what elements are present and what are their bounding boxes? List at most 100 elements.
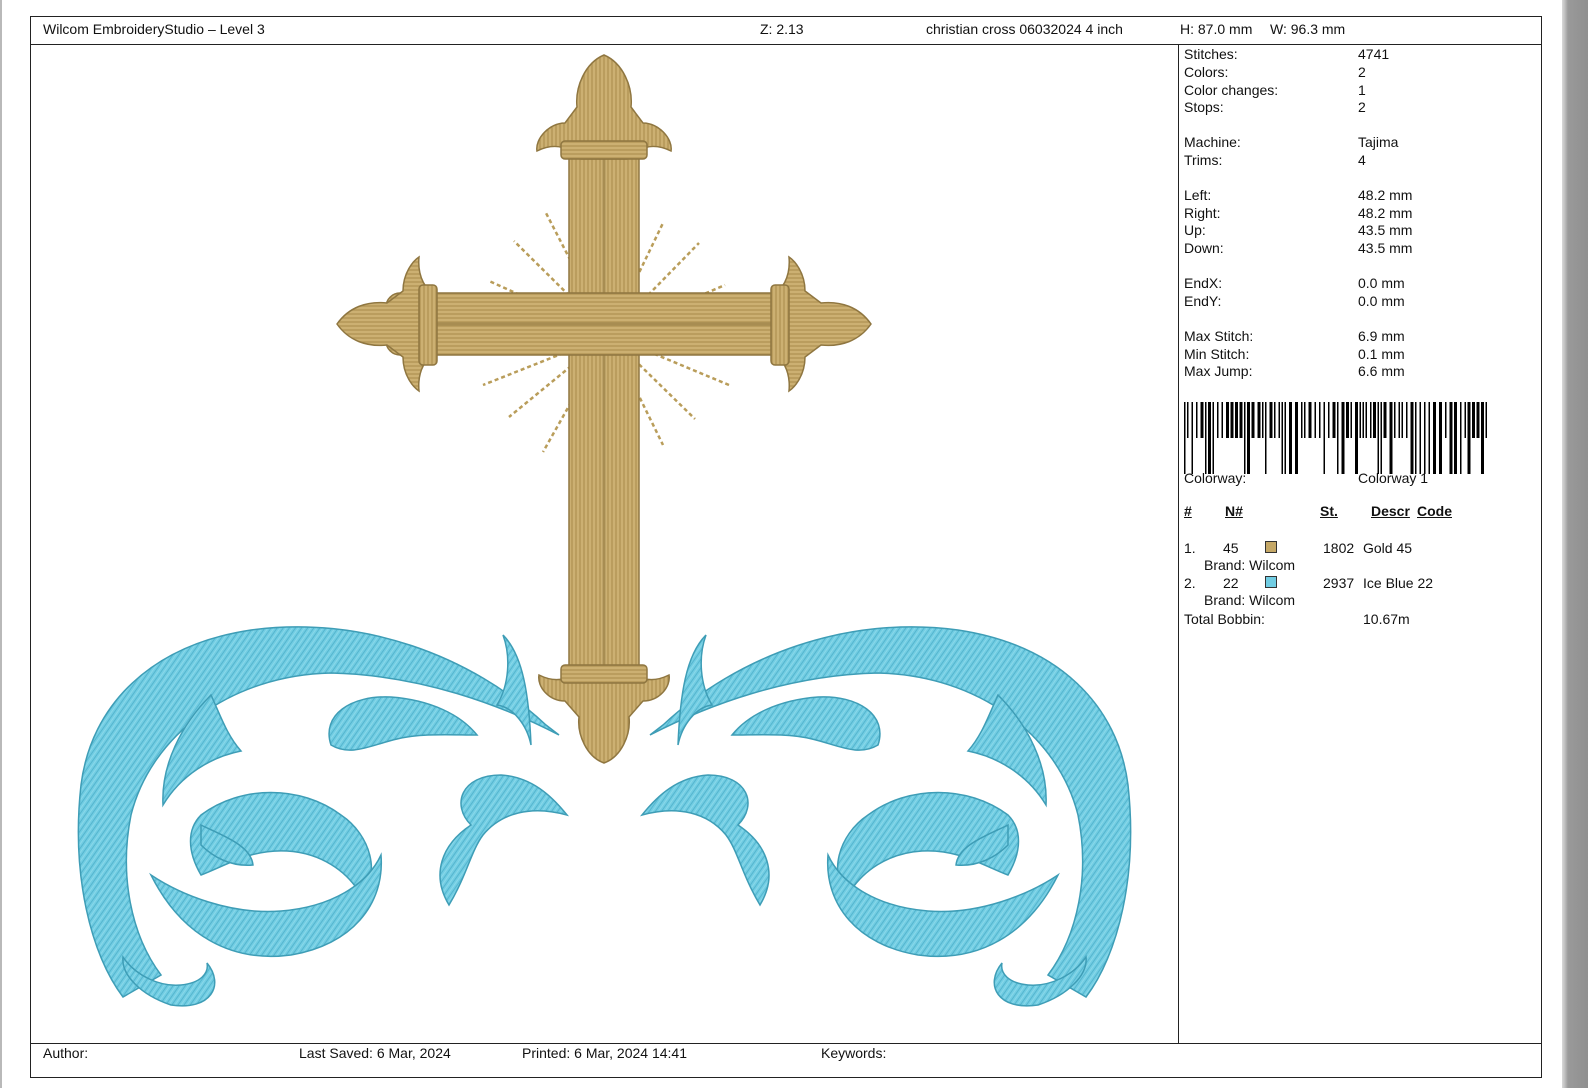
barcode-bar (1362, 402, 1364, 438)
barcode-bar (1314, 402, 1316, 438)
barcode-bar (1230, 402, 1234, 438)
printed-date: Printed: 6 Mar, 2024 14:41 (522, 1045, 687, 1061)
color-table-header-n: N# (1225, 503, 1243, 519)
barcode-bar (1410, 402, 1414, 474)
barcode-bar (1398, 402, 1400, 438)
page-edge-right (1562, 0, 1588, 1088)
barcode-bar (1235, 402, 1238, 438)
color-n: 22 (1223, 575, 1239, 591)
barcode-bar (1284, 402, 1286, 474)
barcode-bar (1278, 402, 1280, 438)
barcode-bar (1380, 402, 1382, 474)
barcode-bar (1445, 402, 1447, 438)
colorway-value: Colorway 1 (1358, 470, 1429, 486)
stat-value: 2 (1358, 99, 1366, 115)
barcode-bar (1467, 402, 1471, 474)
worksheet-header: Wilcom EmbroideryStudio – Level 3 Z: 2.1… (31, 17, 1541, 45)
barcode-bar (1406, 402, 1408, 438)
barcode-bar (1274, 402, 1276, 438)
barcode-bar (1187, 402, 1189, 438)
stat-value: 4 (1358, 152, 1366, 168)
stat-value: Tajima (1358, 134, 1399, 150)
last-saved: Last Saved: 6 Mar, 2024 (299, 1045, 451, 1061)
color-brand: Brand: Wilcom (1204, 557, 1296, 573)
stat-label: Max Jump: (1184, 363, 1253, 379)
color-table-header-code: Code (1417, 503, 1452, 519)
color-n: 45 (1223, 540, 1239, 556)
color-stitches: 1802 (1323, 540, 1355, 556)
barcode-bar (1439, 402, 1442, 474)
barcode-bar (1262, 402, 1264, 438)
barcode-bar (1332, 402, 1336, 438)
barcode-bar (1419, 402, 1421, 474)
barcode-bar (1281, 402, 1283, 474)
stat-value: 48.2 mm (1358, 187, 1413, 203)
barcode-bar (1449, 402, 1453, 474)
stat-label: Trims: (1184, 152, 1223, 168)
info-panel: Stitches: 4741 Colors: 2 Color changes: 1 Stop… (1178, 45, 1542, 1043)
stat-value: 0.0 mm (1358, 293, 1405, 309)
stat-label: Machine: (1184, 134, 1241, 150)
barcode-bar (1433, 402, 1436, 474)
barcode-bar (1401, 402, 1403, 438)
embroidery-design-image (77, 54, 1132, 1007)
barcode-bar (1394, 402, 1396, 438)
stat-label: Right: (1184, 205, 1221, 221)
stat-label: EndX: (1184, 275, 1223, 291)
barcode-bar (1196, 402, 1198, 438)
color-description: Ice Blue 22 (1363, 575, 1434, 591)
stat-label: Stops: (1184, 99, 1224, 115)
barcode-bar (1208, 402, 1211, 474)
stat-label: Color changes: (1184, 82, 1279, 98)
barcode-bar (1350, 402, 1352, 438)
stat-value: 6.6 mm (1358, 363, 1405, 379)
stat-label: Max Stitch: (1184, 328, 1254, 344)
stat-label: Min Stitch: (1184, 346, 1250, 362)
stat-label: Stitches: (1184, 46, 1238, 62)
barcode-bar (1341, 402, 1345, 474)
stat-value: 6.9 mm (1358, 328, 1405, 344)
color-brand: Brand: Wilcom (1204, 592, 1296, 608)
barcode-bar (1328, 402, 1330, 438)
barcode-bar (1428, 402, 1430, 474)
barcode-bar (1415, 402, 1417, 474)
barcode-bar (1359, 402, 1361, 438)
design-height: H: 87.0 mm (1180, 21, 1253, 37)
barcode-bar (1383, 402, 1387, 438)
design-preview (31, 45, 1178, 1043)
stat-value: 0.1 mm (1358, 346, 1405, 362)
production-worksheet: Wilcom EmbroideryStudio – Level 3 Z: 2.1… (30, 16, 1542, 1078)
stat-label: Down: (1184, 240, 1224, 256)
barcode-bar (1377, 402, 1379, 474)
barcode-bar (1464, 402, 1466, 438)
keywords-label: Keywords: (821, 1045, 887, 1061)
barcode-bar (1205, 402, 1207, 474)
barcode-bar (1389, 402, 1393, 474)
barcode-bar (1269, 402, 1273, 438)
color-swatch (1265, 576, 1277, 588)
barcode-bar (1244, 402, 1246, 474)
barcode-bar (1365, 402, 1367, 438)
stat-label: Colors: (1184, 64, 1229, 80)
stat-value: 4741 (1358, 46, 1390, 62)
colorway-label: Colorway: (1184, 470, 1247, 486)
design-name: christian cross 06032024 4 inch (926, 21, 1123, 37)
barcode-image (1184, 402, 1487, 474)
barcode-bar (1373, 402, 1376, 438)
barcode-bar (1184, 402, 1186, 474)
barcode-bar (1346, 402, 1349, 438)
barcode-bar (1304, 402, 1306, 438)
barcode-bar (1257, 402, 1261, 438)
stat-value: 2 (1358, 64, 1366, 80)
stat-value: 0.0 mm (1358, 275, 1405, 291)
barcode-bar (1265, 402, 1267, 474)
total-bobbin-label: Total Bobbin: (1184, 611, 1265, 627)
color-table-header-descr: Descr (1371, 503, 1410, 519)
left-scroll (77, 626, 570, 1007)
zoom-level: Z: 2.13 (760, 21, 804, 37)
barcode-bar (1323, 402, 1325, 474)
barcode-bar (1289, 402, 1292, 474)
color-description: Gold 45 (1363, 540, 1413, 556)
color-stitches: 2937 (1323, 575, 1355, 591)
worksheet-footer: Author: Last Saved: 6 Mar, 2024 Printed:… (31, 1043, 1541, 1077)
